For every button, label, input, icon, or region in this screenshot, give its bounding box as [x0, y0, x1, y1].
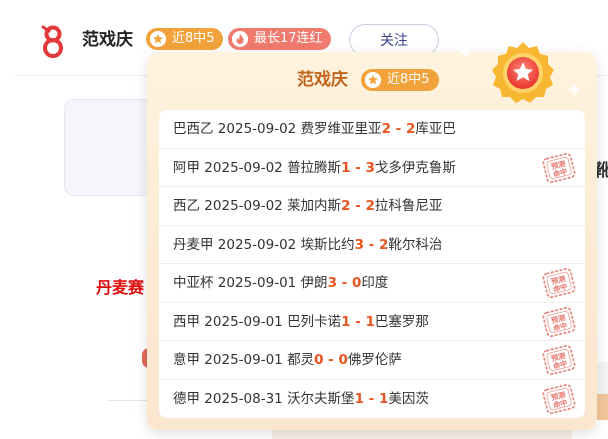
popup-record-badge: 近8中5	[361, 69, 439, 91]
flame-icon	[232, 31, 248, 47]
record-row[interactable]: 西甲 2025-09-01 巴列卡诺1 - 1巴塞罗那 预测 命中	[159, 303, 585, 341]
page: 范戏庆 近8中5 最长17连红 关注 丹麦赛 靴 范戏庆 近8中5 ✦ ✦ 巴西…	[0, 0, 608, 439]
popup-record-text: 近8中5	[387, 72, 430, 87]
star-badge-icon	[365, 72, 381, 88]
star-medal-icon	[487, 38, 559, 110]
record-row[interactable]: 丹麦甲 2025-09-02 埃斯比约3 - 2靴尔科治	[159, 226, 585, 264]
record-row-text: 意甲 2025-09-01 都灵0 - 0佛罗伦萨	[173, 352, 402, 368]
record-row-text: 阿甲 2025-09-02 普拉腾斯1 - 3戈多伊克鲁斯	[173, 159, 456, 176]
record-row[interactable]: 巴西乙 2025-09-02 费罗维亚里亚2 - 2库亚巴	[159, 110, 585, 149]
record-row[interactable]: 西乙 2025-09-02 莱加内斯2 - 2拉科鲁尼亚	[159, 187, 585, 226]
record-row-text: 中亚杯 2025-09-01 伊朗3 - 0印度	[173, 275, 389, 291]
prediction-hit-stamp-icon: 预测 命中	[541, 343, 577, 377]
record-row-text: 巴西乙 2025-09-02 费罗维亚里亚2 - 2库亚巴	[173, 121, 456, 137]
expert-name[interactable]: 范戏庆	[82, 28, 133, 52]
record-row-text: 丹麦甲 2025-09-02 埃斯比约3 - 2靴尔科治	[173, 236, 443, 253]
longest-streak-badge: 最长17连红	[228, 28, 331, 50]
recent-record-badge: 近8中5	[146, 28, 223, 50]
star-badge-icon	[150, 31, 166, 47]
popup-expert-name: 范戏庆	[297, 70, 348, 90]
recent-record-text: 近8中5	[172, 31, 215, 46]
sparkle-icon: ✦	[457, 42, 473, 63]
prediction-hit-stamp-icon: 预测 命中	[541, 151, 577, 185]
record-row-text: 德甲 2025-08-31 沃尔夫斯堡1 - 1美因茨	[173, 390, 429, 407]
record-row[interactable]: 中亚杯 2025-09-01 伊朗3 - 0印度 预测 命中	[159, 264, 585, 303]
longest-streak-text: 最长17连红	[254, 31, 323, 46]
background-divider	[108, 400, 148, 401]
record-row[interactable]: 阿甲 2025-09-02 普拉腾斯1 - 3戈多伊克鲁斯 预测 命中	[159, 149, 585, 187]
record-row[interactable]: 德甲 2025-08-31 沃尔夫斯堡1 - 1美因茨 预测 命中	[159, 380, 585, 419]
number-8-logo-icon	[40, 24, 66, 58]
sparkle-icon: ✦	[567, 80, 583, 101]
prediction-hit-stamp-icon: 预测 命中	[541, 266, 577, 300]
record-row-text: 西乙 2025-09-02 莱加内斯2 - 2拉科鲁尼亚	[173, 198, 443, 214]
record-popup: 范戏庆 近8中5 ✦ ✦ 巴西乙 2025-09-02 费罗维亚里亚2 - 2库…	[147, 42, 597, 430]
record-row-text: 西甲 2025-09-01 巴列卡诺1 - 1巴塞罗那	[173, 313, 429, 330]
prediction-hit-stamp-icon: 预测 命中	[541, 305, 577, 339]
prediction-hit-stamp-icon: 预测 命中	[541, 382, 577, 416]
record-list: 巴西乙 2025-09-02 费罗维亚里亚2 - 2库亚巴 阿甲 2025-09…	[159, 110, 585, 418]
record-row[interactable]: 意甲 2025-09-01 都灵0 - 0佛罗伦萨 预测 命中	[159, 341, 585, 380]
